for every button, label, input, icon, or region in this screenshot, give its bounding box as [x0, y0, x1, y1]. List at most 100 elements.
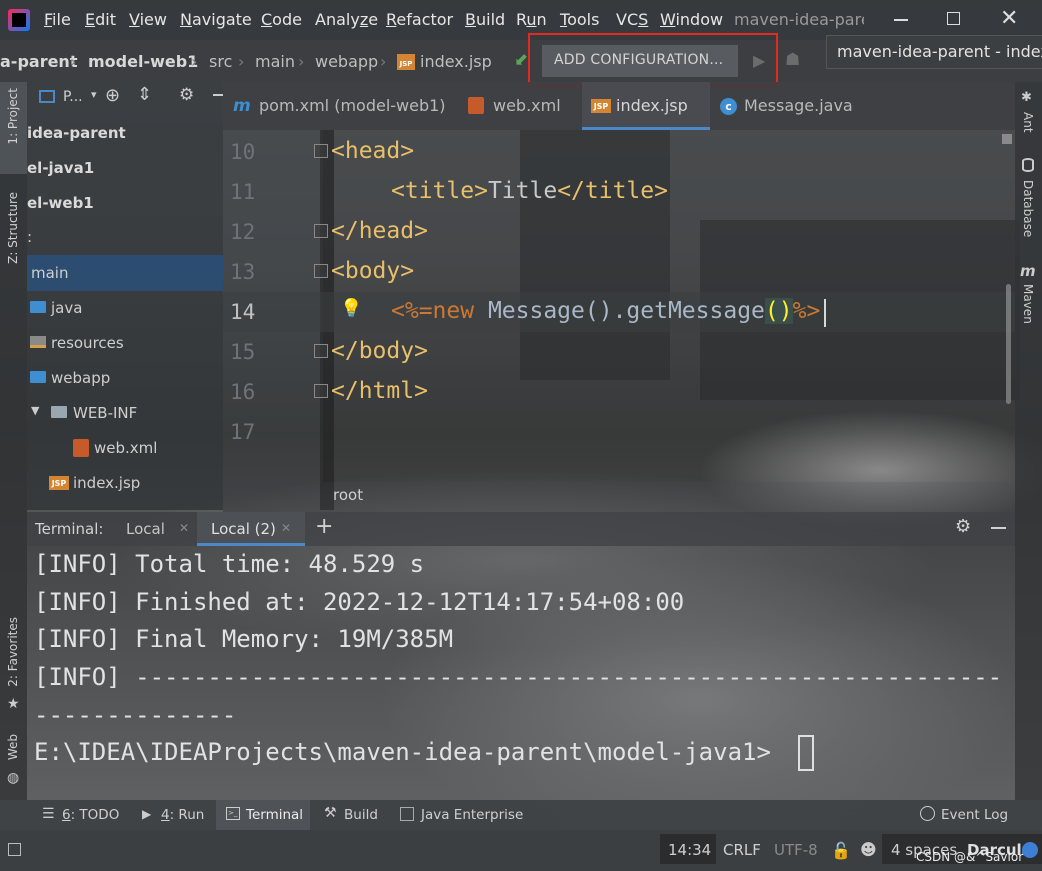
- project-view-selector[interactable]: P...: [63, 89, 83, 105]
- run-label: : Run: [169, 807, 205, 823]
- todo-number: 6: [62, 807, 71, 823]
- code-line-11: <title>Title</title>: [391, 178, 668, 204]
- java-enterprise-tool-button[interactable]: Java Enterprise: [421, 807, 523, 823]
- favorites-tool-button[interactable]: 2: Favorites: [6, 617, 20, 687]
- menu-analyze[interactable]: Analyze: [315, 10, 378, 29]
- tab-message-java[interactable]: Message.java: [744, 96, 853, 115]
- lightbulb-icon[interactable]: 💡: [340, 298, 362, 319]
- menu-build[interactable]: Build: [465, 10, 505, 29]
- web-tool-button[interactable]: Web: [6, 734, 20, 760]
- todo-list-icon: ☰: [42, 806, 55, 822]
- menu-edit[interactable]: Edit: [85, 10, 116, 29]
- chevron-down-icon[interactable]: ▾: [91, 88, 97, 101]
- tree-item-web-xml[interactable]: web.xml: [94, 439, 157, 457]
- breadcrumb-file[interactable]: index.jsp: [420, 52, 492, 71]
- fold-marker-icon[interactable]: [314, 144, 328, 158]
- status-bar: 14:34 CRLF UTF-8 🔓 ☻ 4 spaces Darcula CS…: [0, 830, 1042, 871]
- debug-icon[interactable]: ☗: [785, 50, 800, 70]
- close-tab-icon[interactable]: ✕: [179, 521, 189, 535]
- event-log-icon: [920, 806, 935, 821]
- editor-scrollbar[interactable]: [1006, 284, 1011, 404]
- menu-file[interactable]: File: [44, 10, 71, 29]
- tree-item-webapp[interactable]: webapp: [51, 369, 110, 387]
- terminal-tab-local[interactable]: Local: [126, 520, 165, 538]
- ant-tool-button[interactable]: Ant: [1021, 112, 1035, 133]
- maximize-icon[interactable]: [947, 12, 960, 25]
- close-tab-icon[interactable]: ✕: [281, 521, 291, 535]
- menu-tools[interactable]: Tools: [560, 10, 599, 29]
- new-terminal-plus-icon[interactable]: +: [315, 514, 333, 539]
- tab-web-xml[interactable]: web.xml: [493, 96, 561, 115]
- tree-item-model-web1[interactable]: el-web1: [27, 194, 94, 212]
- terminal-label: Terminal:: [35, 520, 104, 538]
- caret-position[interactable]: 14:34: [668, 841, 711, 859]
- fold-marker-icon[interactable]: [314, 344, 328, 358]
- hide-panel-icon[interactable]: [213, 94, 223, 96]
- build-hammer-icon[interactable]: ⬋: [514, 50, 528, 70]
- inspection-status-icon[interactable]: [1002, 134, 1012, 144]
- minimize-icon[interactable]: [894, 19, 908, 21]
- code-token-scriptlet-close: %>: [792, 298, 821, 324]
- hide-panel-icon[interactable]: [991, 527, 1006, 529]
- watermark-text: CSDN @&^Savior: [916, 850, 1024, 864]
- close-icon[interactable]: ✕: [1000, 6, 1018, 31]
- menu-vcs[interactable]: VCS: [616, 10, 648, 29]
- code-line-10: <head>: [331, 138, 415, 164]
- tree-item-src[interactable]: :: [27, 228, 32, 246]
- terminal-line: [INFO] ---------------------------------…: [34, 663, 1003, 691]
- breadcrumb-project[interactable]: a-parent: [0, 52, 77, 71]
- highlight-annotation-box: [528, 33, 778, 87]
- tree-item-java[interactable]: java: [51, 299, 82, 317]
- tab-index-jsp[interactable]: index.jsp: [616, 96, 688, 115]
- code-token-tag: </title>: [557, 178, 668, 204]
- todo-tool-button[interactable]: 6: TODO: [62, 807, 119, 823]
- code-line-16: </html>: [331, 378, 428, 404]
- terminal-prompt[interactable]: E:\IDEA\IDEAProjects\maven-idea-parent\m…: [34, 738, 771, 766]
- run-tool-button[interactable]: 4: Run: [161, 807, 204, 823]
- fold-marker-icon[interactable]: [314, 264, 328, 278]
- code-line-14: <%=new Message().getMessage()%>: [391, 298, 820, 324]
- project-tool-button[interactable]: 1: Project: [6, 88, 20, 145]
- menu-view[interactable]: View: [129, 10, 167, 29]
- tree-item-model-java1[interactable]: el-java1: [27, 159, 94, 177]
- editor-breadcrumb-root[interactable]: root: [333, 486, 363, 504]
- collapse-all-icon[interactable]: ⇕: [137, 84, 152, 105]
- structure-tool-button[interactable]: Z: Structure: [6, 192, 20, 264]
- menu-run[interactable]: Run: [516, 10, 547, 29]
- menu-navigate[interactable]: Navigate: [180, 10, 252, 29]
- terminal-tool-button[interactable]: Terminal: [246, 807, 303, 823]
- fold-marker-icon[interactable]: [314, 224, 328, 238]
- run-number: 4: [161, 807, 170, 823]
- menu-window[interactable]: Window: [660, 10, 723, 29]
- breadcrumb-webapp[interactable]: webapp: [315, 52, 378, 71]
- file-encoding[interactable]: UTF-8: [774, 841, 818, 859]
- tree-item-web-inf[interactable]: WEB-INF: [73, 404, 137, 422]
- build-tool-button[interactable]: Build: [344, 807, 378, 823]
- toggle-tool-windows-icon[interactable]: [8, 843, 21, 856]
- menu-refactor[interactable]: Refactor: [386, 10, 453, 29]
- expand-arrow-icon[interactable]: ▼: [31, 404, 39, 417]
- tree-item-main[interactable]: main: [31, 264, 68, 282]
- run-icon: ▶: [142, 807, 152, 821]
- maven-tool-button[interactable]: Maven: [1021, 284, 1035, 324]
- event-log-button[interactable]: Event Log: [941, 807, 1008, 823]
- tree-item-index-jsp[interactable]: index.jsp: [73, 474, 140, 492]
- tab-pom-xml[interactable]: pom.xml (model-web1): [259, 96, 446, 115]
- tree-item-parent[interactable]: idea-parent: [27, 124, 126, 142]
- line-separator[interactable]: CRLF: [723, 841, 761, 859]
- tree-item-resources[interactable]: resources: [51, 334, 124, 352]
- terminal-tab-local-2[interactable]: Local (2): [211, 520, 276, 538]
- menu-code[interactable]: Code: [261, 10, 302, 29]
- theme-indicator-icon: [1022, 842, 1038, 858]
- gear-icon[interactable]: ⚙: [179, 85, 194, 105]
- inspector-icon[interactable]: ☻: [860, 840, 877, 859]
- fold-marker-icon[interactable]: [314, 384, 328, 398]
- lock-icon[interactable]: 🔓: [831, 841, 851, 860]
- locate-target-icon[interactable]: ⊕: [105, 85, 120, 106]
- breadcrumb-src[interactable]: src: [209, 52, 232, 71]
- gear-icon[interactable]: ⚙: [955, 516, 971, 537]
- database-tool-button[interactable]: Database: [1021, 180, 1035, 237]
- breadcrumb-main[interactable]: main: [255, 52, 295, 71]
- database-icon: [1022, 158, 1034, 172]
- breadcrumb-module[interactable]: model-web1: [88, 52, 198, 71]
